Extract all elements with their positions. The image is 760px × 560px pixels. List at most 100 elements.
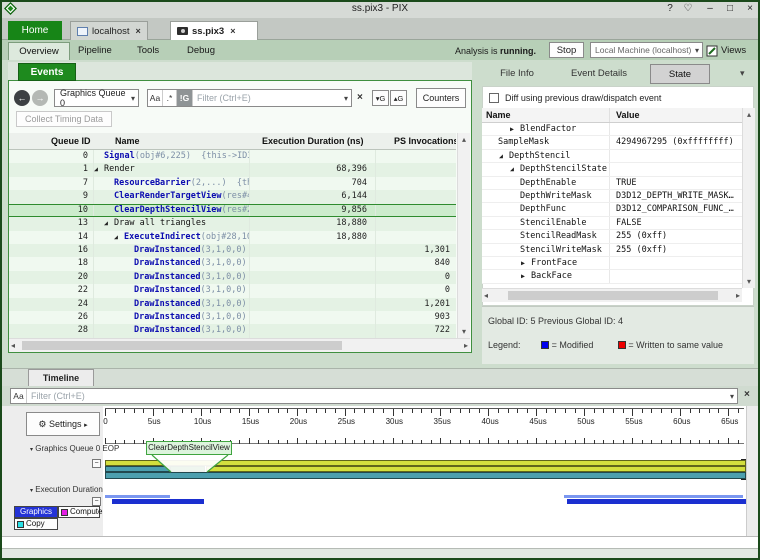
legend-compute[interactable]: Compute — [58, 506, 100, 518]
event-row[interactable]: 26DrawInstanced(3,1,0,0)903 — [9, 311, 456, 324]
track-collapse-toggle[interactable]: − — [92, 497, 101, 506]
title-bar[interactable]: ss.pix3 - PIX ? ♡ – □ × — [0, 0, 760, 18]
legend-graphics[interactable]: Graphics — [14, 506, 58, 518]
event-row[interactable]: 28DrawInstanced(3,1,0,0)722 — [9, 324, 456, 337]
events-vertical-scrollbar[interactable]: ▴ ▾ — [457, 133, 470, 338]
track-collapse-toggle[interactable]: − — [92, 459, 101, 468]
timeline-exec-segment[interactable] — [567, 499, 746, 504]
state-row[interactable]: StencilEnableFALSE — [482, 217, 742, 230]
events-filter[interactable]: Aa .* !G Filter (Ctrl+E) ▾ — [147, 89, 352, 107]
timeline-exec-segment[interactable] — [105, 495, 170, 498]
scroll-left-icon[interactable]: ◂ — [11, 341, 15, 350]
tab-file-info[interactable]: File Info — [488, 64, 546, 84]
events-table-header[interactable]: Queue ID Name Execution Duration (ns) PS… — [9, 133, 456, 150]
timeline-eop-segment[interactable] — [105, 472, 746, 479]
track-label-exec[interactable]: ▾ Execution Duration — [30, 485, 103, 494]
exclude-toggle[interactable]: !G — [177, 90, 193, 106]
state-row[interactable]: SampleMask4294967295 (0xffffffff) — [482, 136, 742, 149]
panel-menu-icon[interactable]: ▾ — [740, 68, 745, 79]
match-case-toggle[interactable]: Aa — [11, 389, 27, 403]
close-tab-icon[interactable]: × — [136, 26, 141, 36]
event-row[interactable]: 18DrawInstanced(3,1,0,0)840 — [9, 257, 456, 270]
counters-button[interactable]: Counters — [416, 88, 466, 108]
scroll-left-icon[interactable]: ◂ — [484, 291, 488, 300]
event-row[interactable]: 24DrawInstanced(3,1,0,0)1,201 — [9, 298, 456, 311]
col-state-name[interactable]: Name — [482, 108, 610, 122]
timeline-exec-segment[interactable] — [112, 499, 204, 504]
timeline-vertical-scrollbar[interactable] — [746, 406, 758, 536]
state-row[interactable]: StencilWriteMask255 (0xff) — [482, 244, 742, 257]
tab-tools[interactable]: Tools — [137, 45, 159, 56]
help-icon[interactable]: ? — [662, 2, 678, 16]
back-icon[interactable]: ← — [14, 90, 30, 106]
target-machine-dropdown[interactable]: Local Machine (localhost) ▾ — [590, 42, 703, 58]
clear-filter-icon[interactable]: × — [744, 389, 750, 400]
state-table-header[interactable]: Name Value — [482, 108, 742, 123]
scroll-thumb[interactable] — [22, 341, 342, 350]
scroll-thumb[interactable] — [508, 291, 718, 300]
timeline-exec-segment[interactable] — [564, 495, 743, 498]
event-row[interactable]: 13◢Draw all triangles18,880 — [9, 217, 456, 230]
scroll-down-icon[interactable]: ▾ — [743, 277, 755, 286]
scroll-up-icon[interactable]: ▴ — [458, 135, 470, 144]
next-group-button[interactable]: ▴G — [390, 90, 407, 106]
state-row[interactable]: ◢DepthStencil — [482, 150, 742, 163]
match-case-toggle[interactable]: Aa — [148, 90, 163, 106]
tab-event-details[interactable]: Event Details — [556, 64, 642, 84]
tab-localhost[interactable]: localhost × — [70, 21, 148, 40]
minimize-button[interactable]: – — [702, 2, 718, 16]
forward-icon[interactable]: → — [32, 90, 48, 106]
scroll-right-icon[interactable]: ▸ — [464, 341, 468, 350]
regex-toggle[interactable]: .* — [163, 90, 177, 106]
events-horizontal-scrollbar[interactable]: ◂ ▸ — [9, 338, 470, 352]
scroll-up-icon[interactable]: ▴ — [743, 110, 755, 119]
views-button[interactable]: Views — [721, 45, 746, 56]
maximize-button[interactable]: □ — [722, 2, 738, 16]
event-row[interactable]: 14◢ExecuteIndirect(obj#28,10218,880 — [9, 231, 456, 244]
settings-button[interactable]: ⚙ Settings ▸ — [26, 412, 100, 436]
state-row[interactable]: DepthFuncD3D12_COMPARISON_FUNC_… — [482, 203, 742, 216]
state-row[interactable]: ▶BlendFactor — [482, 123, 742, 136]
state-row[interactable]: ▶BackFace — [482, 270, 742, 283]
timeline-ruler[interactable]: 05us10us15us20us25us30us35us40us45us50us… — [103, 406, 746, 444]
col-ps-invocations[interactable]: PS Invocations — [376, 133, 456, 149]
col-name[interactable]: Name — [93, 133, 250, 149]
events-panel-tab[interactable]: Events — [18, 63, 76, 81]
queue-dropdown[interactable]: Graphics Queue 0 ▾ — [54, 89, 139, 107]
feedback-heart-icon[interactable]: ♡ — [680, 2, 696, 16]
tab-state[interactable]: State — [650, 64, 710, 84]
col-queue-id[interactable]: Queue ID — [9, 133, 93, 149]
event-row[interactable]: 0Signal(obj#6,225) {this->ID3C — [9, 150, 456, 163]
close-tab-icon[interactable]: × — [230, 26, 235, 36]
state-row[interactable]: DepthEnableTRUE — [482, 177, 742, 190]
tab-capture[interactable]: ss.pix3 × — [170, 21, 258, 40]
timeline-filter[interactable]: Aa Filter (Ctrl+E) ▾ — [10, 388, 738, 404]
event-row[interactable]: 22DrawInstanced(3,1,0,0)0 — [9, 284, 456, 297]
scroll-right-icon[interactable]: ▸ — [736, 291, 740, 300]
tab-pipeline[interactable]: Pipeline — [78, 45, 112, 56]
state-row[interactable]: ◢DepthStencilState — [482, 163, 742, 176]
event-row[interactable]: 1◢Render68,396 — [9, 163, 456, 176]
event-row[interactable]: 16DrawInstanced(3,1,0,0)1,301 — [9, 244, 456, 257]
prev-group-button[interactable]: ▾G — [372, 90, 389, 106]
scroll-down-icon[interactable]: ▾ — [458, 327, 470, 336]
stop-button[interactable]: Stop — [549, 42, 584, 58]
state-vertical-scrollbar[interactable]: ▴ ▾ — [742, 108, 755, 288]
state-horizontal-scrollbar[interactable]: ◂ ▸ — [482, 288, 742, 302]
col-state-value[interactable]: Value — [610, 108, 640, 122]
event-row[interactable]: 10ClearDepthStencilView(res#2,9,856 — [9, 204, 456, 217]
tab-home[interactable]: Home — [8, 21, 62, 40]
collect-timing-button[interactable]: Collect Timing Data — [16, 111, 112, 127]
timeline-tab[interactable]: Timeline — [28, 369, 94, 386]
state-row[interactable]: DepthWriteMaskD3D12_DEPTH_WRITE_MASK… — [482, 190, 742, 203]
close-button[interactable]: × — [742, 2, 758, 16]
tab-debug[interactable]: Debug — [187, 45, 215, 56]
col-duration[interactable]: Execution Duration (ns) — [250, 133, 376, 149]
legend-copy[interactable]: Copy — [14, 518, 58, 530]
diff-checkbox[interactable] — [489, 93, 499, 103]
event-row[interactable]: 9ClearRenderTargetView(res#4,6,144 — [9, 190, 456, 203]
state-row[interactable]: StencilReadMask255 (0xff) — [482, 230, 742, 243]
event-row[interactable]: 7ResourceBarrier(2,...) {thi704 — [9, 177, 456, 190]
clear-filter-icon[interactable]: × — [357, 92, 363, 103]
tab-overview[interactable]: Overview — [8, 42, 70, 60]
